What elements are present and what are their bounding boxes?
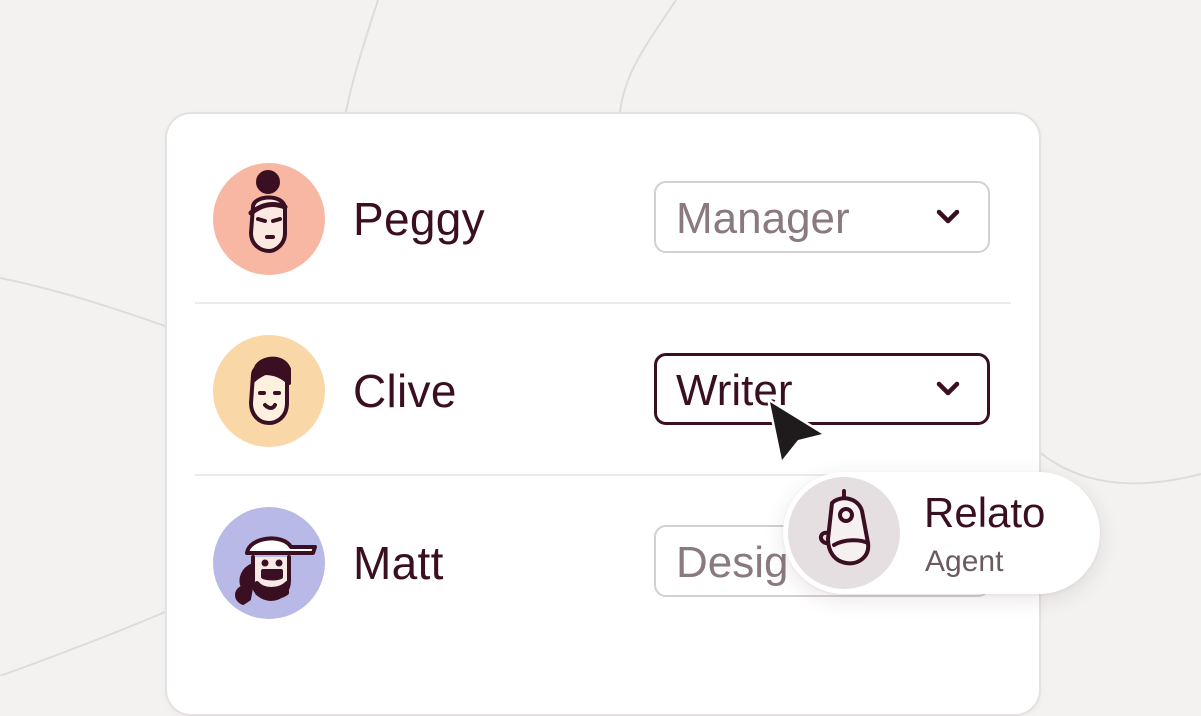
chevron-down-icon	[936, 381, 960, 396]
agent-name: Relato	[924, 489, 1046, 536]
member-row-clive: Clive Writer	[167, 302, 1039, 474]
chevron-down-icon	[936, 209, 960, 224]
matt-avatar-icon	[213, 507, 325, 619]
peggy-avatar-icon	[213, 163, 325, 275]
team-members-card: Peggy Manager Clive Writer Matt Desig	[165, 112, 1041, 716]
role-select-value: Desig	[676, 538, 789, 587]
agent-role: Agent	[925, 545, 1004, 578]
role-select-peggy[interactable]: Manager	[654, 181, 990, 253]
clive-avatar-icon	[213, 335, 325, 447]
member-row-peggy: Peggy Manager	[167, 130, 1039, 302]
agent-card[interactable]: Relato Agent	[783, 472, 1100, 594]
role-select-value: Manager	[676, 194, 850, 243]
member-name: Clive	[353, 365, 457, 417]
member-name: Peggy	[353, 193, 485, 245]
member-name: Matt	[353, 537, 444, 589]
mouse-pointer-icon	[767, 399, 825, 463]
robot-avatar-icon	[788, 477, 900, 589]
